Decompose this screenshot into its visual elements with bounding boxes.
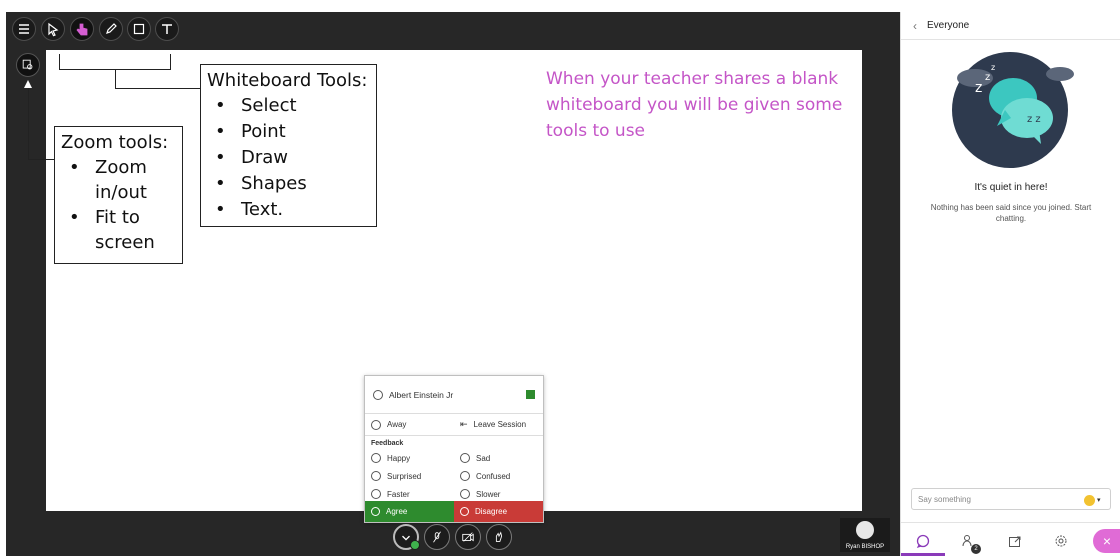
feedback-label-text: Happy — [387, 453, 411, 463]
feedback-label-text: Faster — [387, 489, 410, 499]
zoom-icon[interactable] — [16, 53, 40, 77]
confused-option[interactable]: Confused — [454, 471, 543, 481]
bracket-line — [170, 54, 171, 70]
feedback-label-text: Surprised — [387, 471, 422, 481]
agree-button[interactable]: Agree — [365, 501, 454, 522]
panel-footer: 2 × — [901, 522, 1120, 556]
faster-option[interactable]: Faster — [365, 489, 454, 499]
callout-item: Point — [207, 119, 376, 145]
agree-label: Agree — [386, 507, 408, 516]
surprised-face-icon — [371, 471, 381, 481]
gear-icon — [373, 389, 383, 400]
chat-input[interactable]: Say something ▾ — [911, 488, 1111, 510]
gear-icon[interactable] — [1051, 531, 1071, 551]
surprised-option[interactable]: Surprised — [365, 471, 454, 481]
chat-input-placeholder: Say something — [918, 494, 971, 504]
happy-option[interactable]: Happy — [365, 453, 454, 463]
svg-text:z: z — [991, 63, 995, 72]
leave-label: Leave Session — [473, 420, 527, 429]
slower-option[interactable]: Slower — [454, 489, 543, 499]
confused-face-icon — [460, 471, 470, 481]
arrow-head-icon — [24, 80, 32, 88]
callout-item: Text. — [207, 197, 376, 223]
teacher-note: When your teacher shares a blank whitebo… — [546, 69, 843, 141]
exit-icon: ⇤ — [460, 419, 468, 429]
callout-item: Zoom in/out — [61, 155, 182, 205]
away-row: Away ⇤ Leave Session — [365, 414, 543, 436]
svg-text:z z: z z — [1027, 114, 1041, 125]
disagree-label: Disagree — [475, 507, 508, 516]
pencil-icon[interactable] — [99, 17, 123, 41]
whiteboard-tools-callout: Whiteboard Tools: Select Point Draw Shap… — [200, 64, 377, 227]
app-window: Whiteboard Tools: Select Point Draw Shap… — [0, 0, 1120, 556]
feedback-row: Surprised Confused — [365, 467, 543, 485]
participants-icon[interactable]: 2 — [959, 531, 981, 554]
feedback-label-text: Sad — [476, 453, 491, 463]
panel-header: ‹ Everyone — [901, 12, 1120, 40]
bracket-line — [115, 88, 201, 89]
away-label: Away — [387, 420, 407, 429]
feedback-row: Happy Sad — [365, 449, 543, 467]
svg-text:z: z — [985, 72, 990, 83]
avatar — [856, 521, 874, 539]
status-dot-icon — [410, 540, 420, 550]
panel-title: Everyone — [927, 20, 970, 31]
shape-tool-icon[interactable] — [127, 17, 151, 41]
participant-count-badge: 2 — [971, 544, 981, 554]
share-content-icon[interactable] — [1005, 531, 1025, 551]
bracket-line — [115, 70, 116, 88]
emoji-icon — [1084, 494, 1095, 506]
user-avatar-chip[interactable]: Ryan BISHOP — [840, 518, 890, 552]
disagree-button[interactable]: Disagree — [454, 501, 543, 522]
sad-option[interactable]: Sad — [454, 453, 543, 463]
zoom-tools-callout: Zoom tools: Zoom in/out Fit to screen — [54, 126, 183, 264]
select-tool-icon[interactable] — [41, 17, 65, 41]
status-menu: Albert Einstein Jr Away ⇤ Leave Session F… — [364, 375, 544, 523]
callout-title: Zoom tools: — [61, 132, 169, 153]
callout-item: Fit to screen — [61, 205, 182, 255]
feedback-label: Feedback — [371, 440, 404, 447]
svg-text:z: z — [975, 80, 982, 96]
chat-panel: ‹ Everyone z z z z z It's quiet in here!… — [900, 12, 1120, 556]
callout-item: Select — [207, 93, 376, 119]
menu-icon[interactable] — [12, 17, 36, 41]
chevron-left-icon[interactable]: ‹ — [913, 19, 917, 33]
status-button[interactable] — [393, 524, 420, 550]
point-tool-icon[interactable] — [70, 17, 94, 41]
mic-off-icon[interactable] — [424, 524, 450, 550]
zoom-arrow-line — [28, 159, 55, 160]
away-option[interactable]: Away — [365, 419, 454, 430]
faster-icon — [371, 489, 381, 499]
close-icon: × — [1102, 533, 1112, 549]
vote-row: Agree Disagree — [365, 501, 543, 522]
user-chip-name: Ryan BISHOP — [845, 544, 885, 550]
close-panel-button[interactable]: × — [1093, 529, 1120, 553]
clock-icon — [371, 419, 381, 430]
chat-tab-icon[interactable] — [913, 531, 933, 551]
slower-icon — [460, 489, 470, 499]
callout-item: Draw — [207, 145, 376, 171]
user-name: Albert Einstein Jr — [389, 389, 454, 400]
sad-face-icon — [460, 453, 470, 463]
x-circle-icon — [460, 507, 469, 516]
status-indicator-icon — [526, 390, 535, 399]
callout-title: Whiteboard Tools: — [207, 70, 368, 91]
emoji-picker-button[interactable]: ▾ — [1084, 493, 1106, 507]
happy-face-icon — [371, 453, 381, 463]
chevron-down-icon: ▾ — [1097, 497, 1101, 504]
empty-state-subtitle: Nothing has been said since you joined. … — [930, 203, 1092, 223]
zoom-arrow-line — [28, 88, 29, 160]
feedback-label-text: Slower — [476, 489, 501, 499]
callout-item: Shapes — [207, 171, 376, 197]
check-icon — [371, 507, 380, 516]
feedback-label-text: Confused — [476, 471, 511, 481]
raise-hand-icon[interactable] — [486, 524, 512, 550]
leave-session-option[interactable]: ⇤ Leave Session — [454, 419, 543, 430]
empty-state-title: It's quiet in here! — [974, 182, 1048, 193]
status-header: Albert Einstein Jr — [365, 376, 543, 414]
sleeping-chat-illustration: z z z z z — [952, 52, 1074, 168]
camera-off-icon[interactable] — [455, 524, 481, 550]
bracket-line — [59, 54, 60, 70]
text-tool-icon[interactable] — [155, 17, 179, 41]
